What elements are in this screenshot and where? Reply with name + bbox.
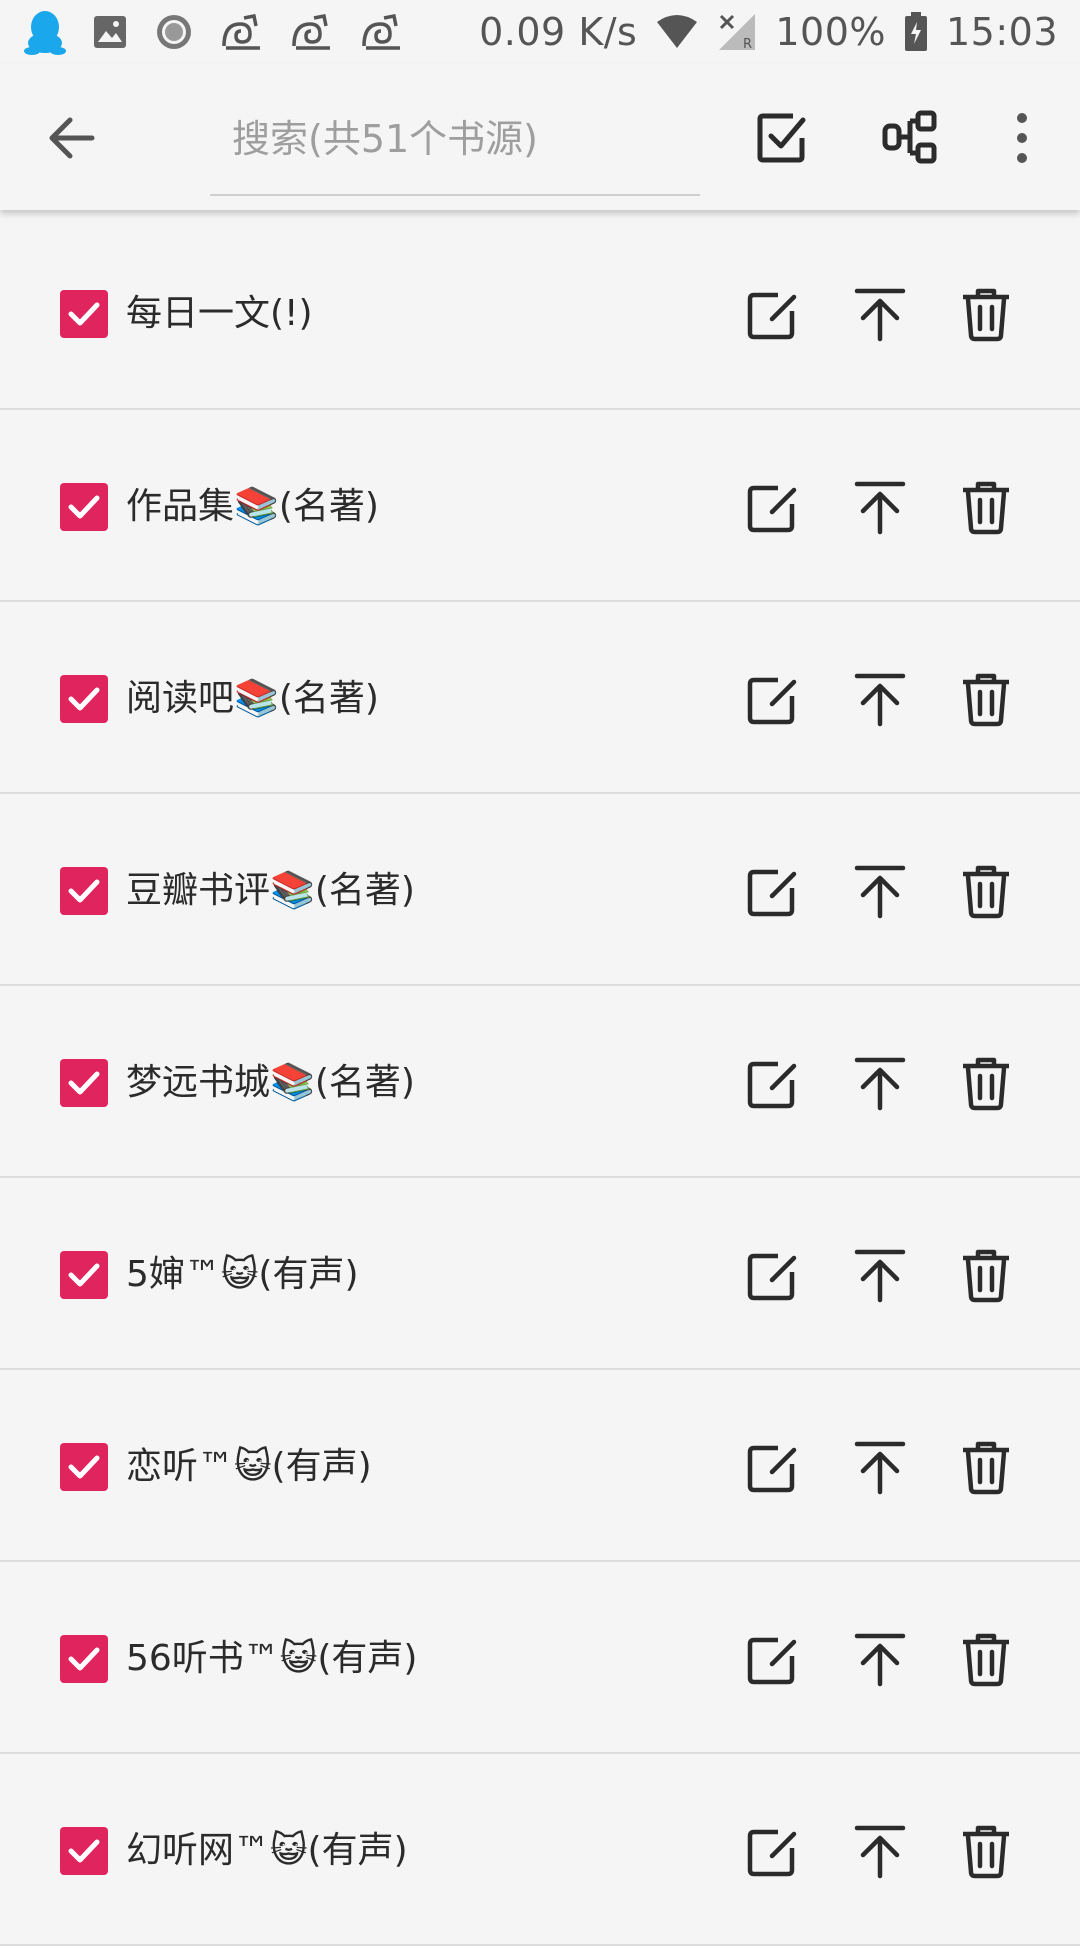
list-item: 恋听™😺(有声): [0, 1370, 1080, 1562]
delete-icon[interactable]: [957, 1438, 1015, 1496]
source-checkbox[interactable]: [60, 867, 108, 915]
toolbar: [0, 64, 1080, 210]
delete-icon[interactable]: [957, 478, 1015, 536]
net-speed: 0.09 K/s: [479, 10, 638, 54]
delete-icon[interactable]: [957, 1246, 1015, 1304]
source-checkbox[interactable]: [60, 1251, 108, 1299]
move-to-top-icon[interactable]: [851, 1438, 909, 1496]
edit-icon[interactable]: [744, 1822, 802, 1880]
list-item: 56听书™😺(有声): [0, 1562, 1080, 1754]
clock: 15:03: [945, 10, 1058, 54]
list-item: 幻听网™😺(有声): [0, 1754, 1080, 1946]
move-to-top-icon[interactable]: [851, 670, 909, 728]
book-source-list: 每日一文(!) 作品集📚(名著) 阅读吧📚(名著) 豆瓣书评📚(名著) 梦远书城…: [0, 217, 1080, 1946]
source-checkbox[interactable]: [60, 1827, 108, 1875]
battery-level: 100%: [775, 10, 886, 54]
edit-icon[interactable]: [744, 285, 802, 343]
list-item: 每日一文(!): [0, 217, 1080, 410]
edit-icon[interactable]: [744, 1630, 802, 1688]
delete-icon[interactable]: [957, 862, 1015, 920]
source-name: 恋听™😺(有声): [126, 1446, 372, 1487]
source-name: 56听书™😺(有声): [126, 1638, 418, 1679]
list-item: 作品集📚(名著): [0, 410, 1080, 602]
move-to-top-icon[interactable]: [851, 285, 909, 343]
delete-icon[interactable]: [957, 670, 1015, 728]
more-vert-icon[interactable]: [992, 108, 1052, 168]
signal-off-icon: R: [717, 12, 757, 52]
move-to-top-icon[interactable]: [851, 1630, 909, 1688]
source-checkbox[interactable]: [60, 675, 108, 723]
list-item: 5婶™😺(有声): [0, 1178, 1080, 1370]
source-name: 幻听网™😺(有声): [126, 1830, 408, 1871]
move-to-top-icon[interactable]: [851, 1054, 909, 1112]
source-checkbox[interactable]: [60, 1635, 108, 1683]
battery-icon: [904, 12, 928, 52]
source-name: 豆瓣书评📚(名著): [126, 870, 415, 911]
delete-icon[interactable]: [957, 1054, 1015, 1112]
uc-browser-icon: [360, 12, 404, 52]
source-name: 5婶™😺(有声): [126, 1254, 359, 1295]
svg-text:R: R: [743, 37, 752, 52]
status-bar: 0.09 K/s R 100% 15:03: [0, 0, 1080, 64]
edit-icon[interactable]: [744, 670, 802, 728]
edit-icon[interactable]: [744, 1246, 802, 1304]
move-to-top-icon[interactable]: [851, 862, 909, 920]
uc-browser-icon: [290, 12, 334, 52]
delete-icon[interactable]: [957, 285, 1015, 343]
qq-icon: [24, 9, 66, 55]
source-checkbox[interactable]: [60, 1443, 108, 1491]
back-arrow-icon[interactable]: [44, 110, 100, 166]
uc-browser-icon: [220, 12, 264, 52]
source-name: 梦远书城📚(名著): [126, 1062, 415, 1103]
source-checkbox[interactable]: [60, 1059, 108, 1107]
status-bar-right: 0.09 K/s R 100% 15:03: [461, 10, 1058, 54]
select-all-icon[interactable]: [753, 108, 813, 168]
wifi-icon: [655, 14, 699, 50]
delete-icon[interactable]: [957, 1822, 1015, 1880]
group-icon[interactable]: [880, 108, 940, 168]
list-item: 豆瓣书评📚(名著): [0, 794, 1080, 986]
source-checkbox[interactable]: [60, 483, 108, 531]
source-name: 每日一文(!): [126, 293, 313, 334]
list-item: 阅读吧📚(名著): [0, 602, 1080, 794]
source-name: 作品集📚(名著): [126, 486, 379, 527]
list-item: 梦远书城📚(名著): [0, 986, 1080, 1178]
image-icon: [92, 14, 128, 50]
delete-icon[interactable]: [957, 1630, 1015, 1688]
source-checkbox[interactable]: [60, 290, 108, 338]
move-to-top-icon[interactable]: [851, 478, 909, 536]
status-bar-left: [24, 9, 430, 55]
edit-icon[interactable]: [744, 1054, 802, 1112]
record-icon: [154, 12, 194, 52]
edit-icon[interactable]: [744, 478, 802, 536]
source-name: 阅读吧📚(名著): [126, 678, 379, 719]
search-input[interactable]: [210, 84, 700, 196]
edit-icon[interactable]: [744, 1438, 802, 1496]
move-to-top-icon[interactable]: [851, 1822, 909, 1880]
edit-icon[interactable]: [744, 862, 802, 920]
move-to-top-icon[interactable]: [851, 1246, 909, 1304]
